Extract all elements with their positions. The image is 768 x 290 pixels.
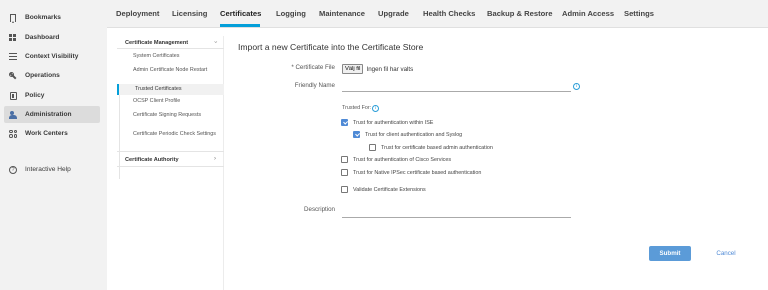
tab-upgrade[interactable]: Upgrade <box>378 9 409 18</box>
checkbox-validate-cert-extensions[interactable]: Validate Certificate Extensions <box>341 186 426 193</box>
checkbox-label: Trust for authentication within ISE <box>353 119 434 126</box>
tab-certificates[interactable]: Certificates <box>220 9 261 18</box>
nav-item-label: Administration <box>25 111 72 118</box>
checkbox-unchecked[interactable] <box>341 156 348 163</box>
help-icon: ? <box>9 165 17 174</box>
checkbox-checked[interactable] <box>341 119 348 126</box>
description-label: Description <box>304 206 335 213</box>
checkbox-unchecked[interactable] <box>341 169 348 176</box>
certificate-file-label: * Certificate File <box>291 64 335 71</box>
submit-button[interactable]: Submit <box>649 246 691 261</box>
description-input[interactable] <box>342 208 571 218</box>
friendly-name-input[interactable] <box>342 82 571 92</box>
nav-item-work-centers[interactable]: Work Centers <box>4 125 100 142</box>
import-certificate-form: Import a new Certificate into the Certif… <box>225 36 768 290</box>
nav-item-dashboard[interactable]: Dashboard <box>4 29 100 46</box>
nav-item-label: Operations <box>25 72 60 79</box>
page-title: Import a new Certificate into the Certif… <box>238 42 424 52</box>
certificates-submenu: Certificate Management › System Certific… <box>117 36 224 290</box>
checkbox-label: Validate Certificate Extensions <box>353 186 426 193</box>
tab-licensing[interactable]: Licensing <box>172 9 207 18</box>
work-centers-icon <box>9 129 17 138</box>
checkbox-checked[interactable] <box>353 131 360 138</box>
submenu-item-certificate-periodic-check-settings[interactable]: Certificate Periodic Check Settings <box>133 131 217 138</box>
bookmark-icon <box>9 13 17 23</box>
checkbox-trust-cisco-services[interactable]: Trust for authentication of Cisco Servic… <box>341 156 451 163</box>
nav-item-label: Policy <box>25 92 45 99</box>
info-icon[interactable]: i <box>372 105 379 112</box>
certificate-file-picker: Välj fil Ingen fil har valts <box>342 64 413 74</box>
dashboard-icon <box>9 34 17 42</box>
left-navigation: Bookmarks Dashboard Context Visibility O… <box>0 0 107 290</box>
tab-maintenance[interactable]: Maintenance <box>319 9 365 18</box>
checkbox-label: Trust for Native IPSec certificate based… <box>353 169 482 176</box>
certificate-management-heading[interactable]: Certificate Management <box>125 40 188 46</box>
submenu-item-admin-certificate-node-restart[interactable]: Admin Certificate Node Restart <box>133 67 217 74</box>
tab-health-checks[interactable]: Health Checks <box>423 9 475 18</box>
checkbox-trust-client-auth-syslog[interactable]: Trust for client authentication and Sysl… <box>353 131 462 138</box>
checkbox-trust-auth-within-ise[interactable]: Trust for authentication within ISE <box>341 119 433 126</box>
submenu-item-ocsp-client-profile[interactable]: OCSP Client Profile <box>133 98 217 105</box>
nav-item-label: Dashboard <box>25 34 60 41</box>
checkbox-trust-native-ipsec[interactable]: Trust for Native IPSec certificate based… <box>341 169 481 176</box>
choose-file-button[interactable]: Välj fil <box>342 64 364 74</box>
divider <box>117 166 224 167</box>
tab-admin-access[interactable]: Admin Access <box>562 9 614 18</box>
nav-item-bookmarks[interactable]: Bookmarks <box>4 9 100 26</box>
top-tab-bar: Deployment Licensing Certificates Loggin… <box>107 0 768 28</box>
divider <box>117 48 224 49</box>
nav-item-operations[interactable]: Operations <box>4 67 100 84</box>
nav-item-label: Work Centers <box>25 130 68 137</box>
submenu-item-trusted-certificates[interactable]: Trusted Certificates <box>117 84 224 95</box>
tab-deployment[interactable]: Deployment <box>116 9 159 18</box>
tab-settings[interactable]: Settings <box>624 9 654 18</box>
wrench-icon <box>9 71 17 80</box>
tab-backup-restore[interactable]: Backup & Restore <box>487 9 552 18</box>
nav-item-interactive-help[interactable]: ? Interactive Help <box>4 161 100 178</box>
checkbox-label: Trust for client authentication and Sysl… <box>365 131 463 138</box>
checkbox-unchecked[interactable] <box>341 186 348 193</box>
active-tab-indicator <box>220 24 260 27</box>
divider <box>117 151 224 152</box>
submenu-item-system-certificates[interactable]: System Certificates <box>133 53 217 60</box>
cancel-button[interactable]: Cancel <box>705 246 747 261</box>
info-icon[interactable]: i <box>573 83 580 90</box>
nav-item-label: Bookmarks <box>25 14 61 21</box>
checkbox-trust-cert-admin-auth[interactable]: Trust for certificate based admin authen… <box>369 144 493 151</box>
checkbox-unchecked[interactable] <box>369 144 376 151</box>
checkbox-label: Trust for authentication of Cisco Servic… <box>353 156 452 163</box>
nav-item-context-visibility[interactable]: Context Visibility <box>4 48 100 65</box>
context-visibility-icon <box>9 53 17 61</box>
nav-item-administration[interactable]: Administration <box>4 106 100 123</box>
submenu-item-certificate-signing-requests[interactable]: Certificate Signing Requests <box>133 112 217 119</box>
chevron-right-icon[interactable]: › <box>214 156 216 162</box>
administration-icon <box>9 110 17 119</box>
nav-item-label: Interactive Help <box>25 166 71 173</box>
trusted-for-label: Trusted For: <box>342 105 372 111</box>
chevron-down-icon[interactable]: › <box>212 41 218 43</box>
nav-item-policy[interactable]: Policy <box>4 87 100 104</box>
checkbox-label: Trust for certificate based admin authen… <box>381 144 493 151</box>
certificate-authority-heading[interactable]: Certificate Authority <box>125 157 179 163</box>
file-status-text: Ingen fil har valts <box>366 65 414 73</box>
app-window: Bookmarks Dashboard Context Visibility O… <box>0 0 768 290</box>
friendly-name-label: Friendly Name <box>294 82 335 89</box>
tab-logging[interactable]: Logging <box>276 9 306 18</box>
nav-item-label: Context Visibility <box>25 53 79 60</box>
policy-icon <box>9 91 17 100</box>
